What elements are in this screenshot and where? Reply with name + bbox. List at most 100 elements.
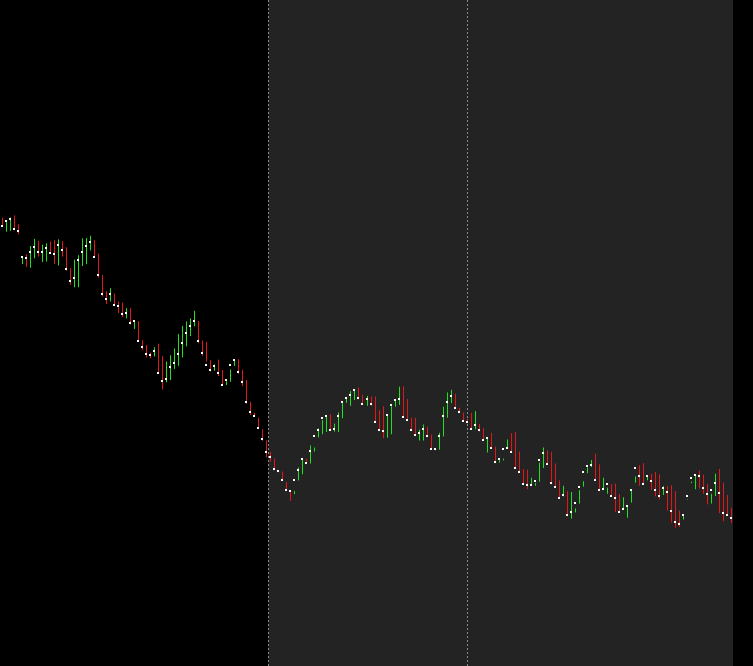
bar-close-tick xyxy=(189,325,191,327)
bar-close-tick xyxy=(73,277,75,279)
bar-close-tick xyxy=(5,220,7,222)
bar-close-tick xyxy=(173,362,175,364)
bar-close-tick xyxy=(650,480,652,482)
bar-close-tick xyxy=(622,508,624,510)
bar-close-tick xyxy=(93,256,95,258)
bar-close-tick xyxy=(61,249,63,251)
bar-close-tick xyxy=(610,495,612,497)
bar-close-tick xyxy=(297,469,299,471)
bar-close-tick xyxy=(349,394,351,396)
bar-close-tick xyxy=(614,497,616,499)
bar-close-tick xyxy=(185,332,187,334)
bar-close-tick xyxy=(422,428,424,430)
bar-close-tick xyxy=(225,379,227,381)
bar-close-tick xyxy=(418,432,420,434)
bar-close-tick xyxy=(241,381,243,383)
bar-close-tick xyxy=(341,401,343,403)
bar-close-tick xyxy=(730,517,732,519)
bar-close-tick xyxy=(562,494,564,496)
bar-close-tick xyxy=(141,346,143,348)
bar-close-tick xyxy=(382,430,384,432)
bar-close-tick xyxy=(357,397,359,399)
bar-close-tick xyxy=(706,493,708,495)
bar-close-tick xyxy=(337,415,339,417)
bar-close-tick xyxy=(654,489,656,491)
bar-close-tick xyxy=(570,511,572,513)
bar-close-tick xyxy=(534,480,536,482)
bar-close-tick xyxy=(550,482,552,484)
bar-close-tick xyxy=(558,497,560,499)
price-chart[interactable] xyxy=(0,0,753,666)
bar-close-tick xyxy=(510,451,512,453)
bar-close-tick xyxy=(402,416,404,418)
bar-close-tick xyxy=(594,479,596,481)
bar-close-tick xyxy=(289,490,291,492)
bar-close-tick xyxy=(394,399,396,401)
bar-close-tick xyxy=(466,421,468,423)
bar-close-tick xyxy=(329,429,331,431)
bar-close-tick xyxy=(694,474,696,476)
bar-close-tick xyxy=(309,450,311,452)
bar-close-tick xyxy=(566,514,568,516)
bar-close-tick xyxy=(109,293,111,295)
bar-close-tick xyxy=(442,415,444,417)
bar-close-tick xyxy=(133,320,135,322)
session-shade-session-2 xyxy=(268,0,733,666)
bar-close-tick xyxy=(366,398,368,400)
bar-close-tick xyxy=(446,401,448,403)
bar-close-tick xyxy=(9,218,11,220)
bar-close-tick xyxy=(374,421,376,423)
bar-close-tick xyxy=(626,505,628,507)
bar-close-tick xyxy=(406,419,408,421)
bar-close-tick xyxy=(161,380,163,382)
ohlc-bar xyxy=(434,448,436,451)
bar-close-tick xyxy=(514,467,516,469)
bar-close-tick xyxy=(526,484,528,486)
bar-close-tick xyxy=(269,456,271,458)
bar-close-tick xyxy=(574,502,576,504)
bar-close-tick xyxy=(602,488,604,490)
bar-close-tick xyxy=(458,411,460,413)
bar-close-tick xyxy=(590,464,592,466)
bar-close-tick xyxy=(97,274,99,276)
bar-close-tick xyxy=(205,364,207,366)
bar-close-tick xyxy=(618,511,620,513)
bar-close-tick xyxy=(682,514,684,516)
bar-close-tick xyxy=(201,352,203,354)
bar-close-tick xyxy=(702,487,704,489)
bar-close-tick xyxy=(313,435,315,437)
bar-close-tick xyxy=(149,354,151,356)
bar-close-tick xyxy=(69,280,71,282)
ohlc-chart-svg[interactable] xyxy=(0,0,753,666)
bar-close-tick xyxy=(273,468,275,470)
bar-close-tick xyxy=(137,340,139,342)
bar-close-tick xyxy=(546,463,548,465)
bar-close-tick xyxy=(690,477,692,479)
bar-close-tick xyxy=(658,495,660,497)
bar-close-tick xyxy=(101,293,103,295)
bar-close-tick xyxy=(125,312,127,314)
bar-close-tick xyxy=(490,447,492,449)
bar-close-tick xyxy=(518,471,520,473)
bar-close-tick xyxy=(530,484,532,486)
bar-close-tick xyxy=(265,451,267,453)
bar-close-tick xyxy=(285,489,287,491)
bar-close-tick xyxy=(522,483,524,485)
bar-close-tick xyxy=(153,350,155,352)
bar-close-tick xyxy=(221,384,223,386)
bar-close-tick xyxy=(674,521,676,523)
bar-close-tick xyxy=(642,483,644,485)
bar-close-tick xyxy=(317,429,319,431)
bar-close-tick xyxy=(478,429,480,431)
bar-close-tick xyxy=(542,452,544,454)
bar-close-tick xyxy=(301,458,303,460)
bar-close-tick xyxy=(197,340,199,342)
bar-close-tick xyxy=(229,364,231,366)
bar-close-tick xyxy=(353,389,355,391)
bar-close-tick xyxy=(45,247,47,249)
bar-close-tick xyxy=(498,458,500,460)
bar-close-tick xyxy=(386,414,388,416)
bar-close-tick xyxy=(598,489,600,491)
bar-close-tick xyxy=(249,411,251,413)
bar-close-tick xyxy=(450,395,452,397)
